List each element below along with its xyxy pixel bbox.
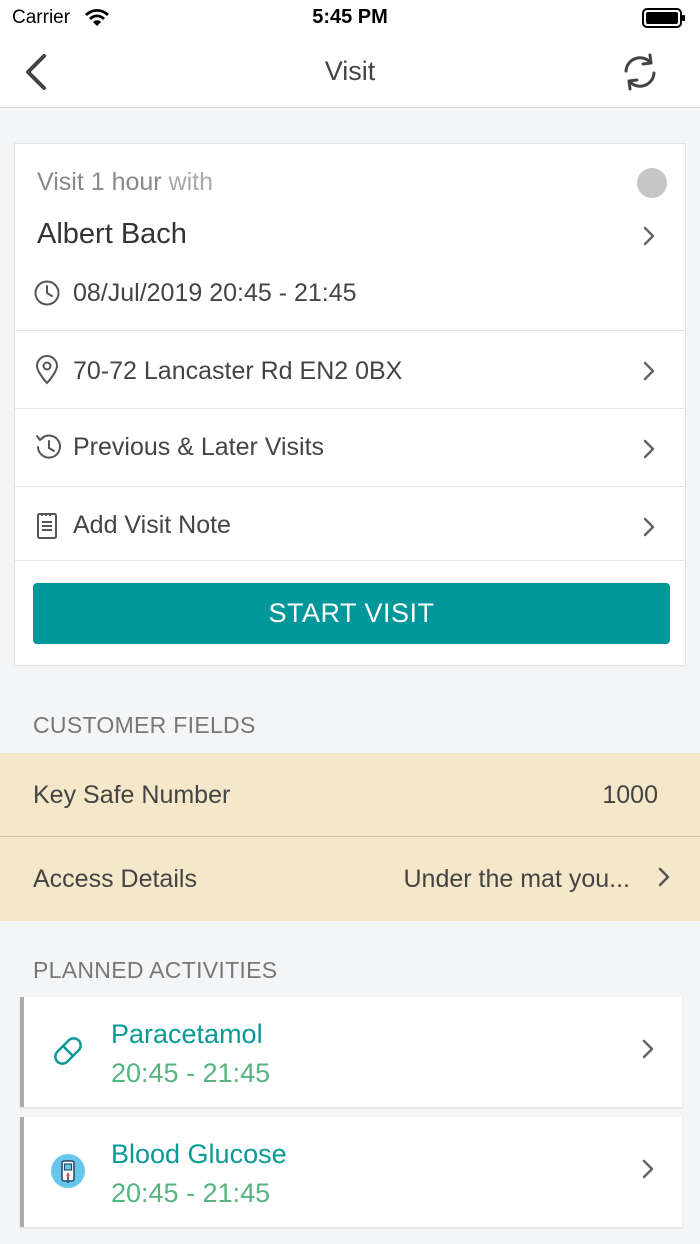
activity-chevron-icon[interactable]	[642, 1159, 654, 1184]
key-safe-number-row: Key Safe Number 1000	[0, 753, 700, 837]
customer-fields-header: CUSTOMER FIELDS	[33, 712, 256, 738]
visit-schedule-row: 08/Jul/2019 20:45 - 21:45	[15, 274, 685, 330]
battery-icon	[642, 8, 686, 33]
previous-later-visits-row[interactable]: Previous & Later Visits	[15, 408, 685, 486]
access-details-value: Under the mat you...	[403, 865, 630, 893]
visit-duration-line: Visit 1 hour with	[37, 168, 213, 197]
visit-card: Visit 1 hour with Albert Bach 08/Jul/201…	[14, 143, 686, 666]
activity-card-paracetamol[interactable]: Paracetamol 20:45 - 21:45	[20, 997, 682, 1107]
activity-time: 20:45 - 21:45	[111, 1058, 271, 1088]
status-bar: Carrier 5:45 PM	[0, 0, 700, 36]
add-visit-note-row[interactable]: Add Visit Note	[15, 486, 685, 564]
activity-title: Blood Glucose	[111, 1139, 287, 1169]
access-details-chevron-icon[interactable]	[658, 867, 670, 892]
activity-card-blood-glucose[interactable]: Blood Glucose 20:45 - 21:45	[20, 1117, 682, 1227]
clock-icon	[33, 279, 61, 312]
location-pin-icon	[33, 355, 61, 390]
refresh-icon[interactable]	[620, 52, 660, 92]
activity-chevron-icon[interactable]	[642, 1039, 654, 1064]
visit-address: 70-72 Lancaster Rd EN2 0BX	[73, 357, 403, 385]
note-icon	[33, 511, 61, 546]
client-chevron-icon[interactable]	[643, 226, 655, 251]
access-details-label: Access Details	[33, 865, 197, 893]
access-details-row[interactable]: Access Details Under the mat you...	[0, 837, 700, 921]
key-safe-number-label: Key Safe Number	[33, 781, 231, 809]
planned-activities-header: PLANNED ACTIVITIES	[33, 957, 278, 983]
clock-time: 5:45 PM	[312, 6, 388, 28]
page-title: Visit	[324, 56, 376, 86]
key-safe-number-value: 1000	[602, 781, 658, 809]
visit-duration: Visit 1 hour	[37, 168, 162, 196]
add-visit-note-label: Add Visit Note	[73, 511, 231, 539]
navigation-bar: Visit	[0, 36, 700, 108]
activity-time: 20:45 - 21:45	[111, 1178, 271, 1208]
history-icon	[33, 432, 63, 467]
pill-icon	[50, 1033, 86, 1074]
start-visit-button[interactable]: START VISIT	[33, 583, 670, 644]
add-note-chevron-icon[interactable]	[643, 517, 655, 542]
visit-status-indicator	[637, 168, 667, 198]
glucose-meter-icon	[50, 1153, 86, 1194]
client-name[interactable]: Albert Bach	[37, 218, 187, 251]
address-chevron-icon[interactable]	[643, 361, 655, 386]
address-row[interactable]: 70-72 Lancaster Rd EN2 0BX	[15, 330, 685, 408]
visit-schedule: 08/Jul/2019 20:45 - 21:45	[73, 279, 357, 307]
visit-with-label: with	[168, 168, 214, 196]
previous-later-chevron-icon[interactable]	[643, 439, 655, 464]
activity-title: Paracetamol	[111, 1019, 263, 1049]
previous-later-visits-label: Previous & Later Visits	[73, 433, 325, 461]
